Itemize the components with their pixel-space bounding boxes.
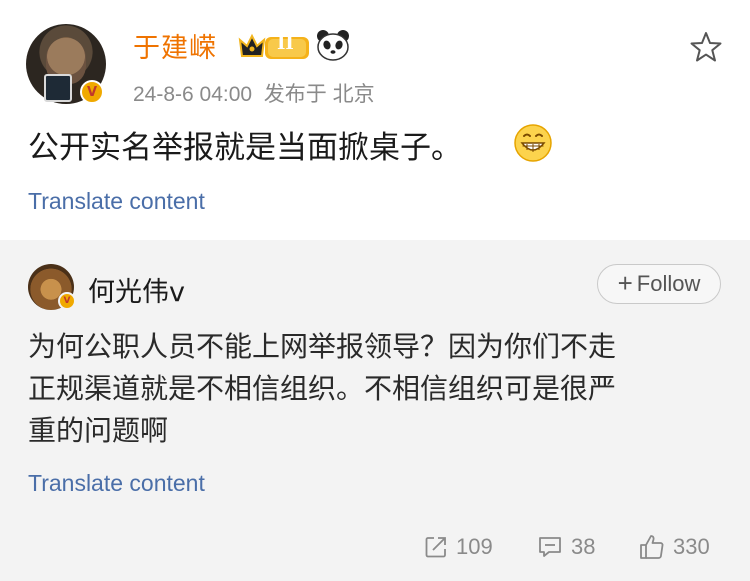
comment-count: 38 xyxy=(571,534,596,559)
verified-badge-icon: V xyxy=(80,80,104,104)
author-avatar[interactable]: V xyxy=(26,24,106,104)
like-count-button[interactable]: 330 xyxy=(639,534,710,560)
verified-badge-icon: V xyxy=(58,292,76,310)
post-text: 公开实名举报就是当面掀桌子。 xyxy=(28,130,462,166)
repost-text: 为何公职人员不能上网举报领导？因为你们不走 正规渠道就是不相信组织。不相信组织可… xyxy=(28,326,728,452)
repost-text-line: 为何公职人员不能上网举报领导？因为你们不走 xyxy=(28,330,617,363)
post-meta: 24-8-6 04:00 发布于 北京 xyxy=(133,78,375,108)
plus-icon: + xyxy=(617,268,633,298)
translate-content-link[interactable]: Translate content xyxy=(28,188,205,215)
repost-text-line: 正规渠道就是不相信组织。不相信组织可是很严 xyxy=(28,372,617,405)
like-count: 330 xyxy=(673,534,710,559)
post-date: 24-8-6 04:00 xyxy=(133,83,253,106)
comment-count-button[interactable]: 38 xyxy=(537,534,595,560)
share-icon xyxy=(425,537,446,558)
comment-icon xyxy=(539,537,561,557)
repost-count: 109 xyxy=(456,534,493,559)
repost-text-line: 重的问题啊 xyxy=(28,414,169,447)
repost-count-button[interactable]: 109 xyxy=(424,534,493,560)
reposted-content[interactable]: V 何光伟v + Follow 为何公职人员不能上网举报领导？因为你们不走 正规… xyxy=(0,240,750,581)
repost-author-name[interactable]: 何光伟v xyxy=(88,270,185,309)
post-location: 发布于 北京 xyxy=(263,83,375,106)
panda-icon xyxy=(317,30,349,61)
original-post: V 于建嵘 II 24-8-6 04:00 发布于 北京 公开实名举报就是当面掀… xyxy=(0,0,750,240)
thumbs-up-icon xyxy=(640,535,664,559)
level-badge-label: II xyxy=(277,33,294,54)
favorite-star-icon[interactable] xyxy=(690,31,722,63)
translate-content-link[interactable]: Translate content xyxy=(28,470,205,497)
follow-button[interactable]: + Follow xyxy=(597,264,721,304)
crown-level-badge-icon xyxy=(238,33,309,59)
follow-label: Follow xyxy=(636,271,701,296)
avatar-inset-photo xyxy=(44,74,72,102)
engagement-stats: 109 38 330 xyxy=(0,534,750,564)
grin-emoji-icon xyxy=(514,124,552,162)
author-name[interactable]: 于建嵘 xyxy=(133,26,217,65)
